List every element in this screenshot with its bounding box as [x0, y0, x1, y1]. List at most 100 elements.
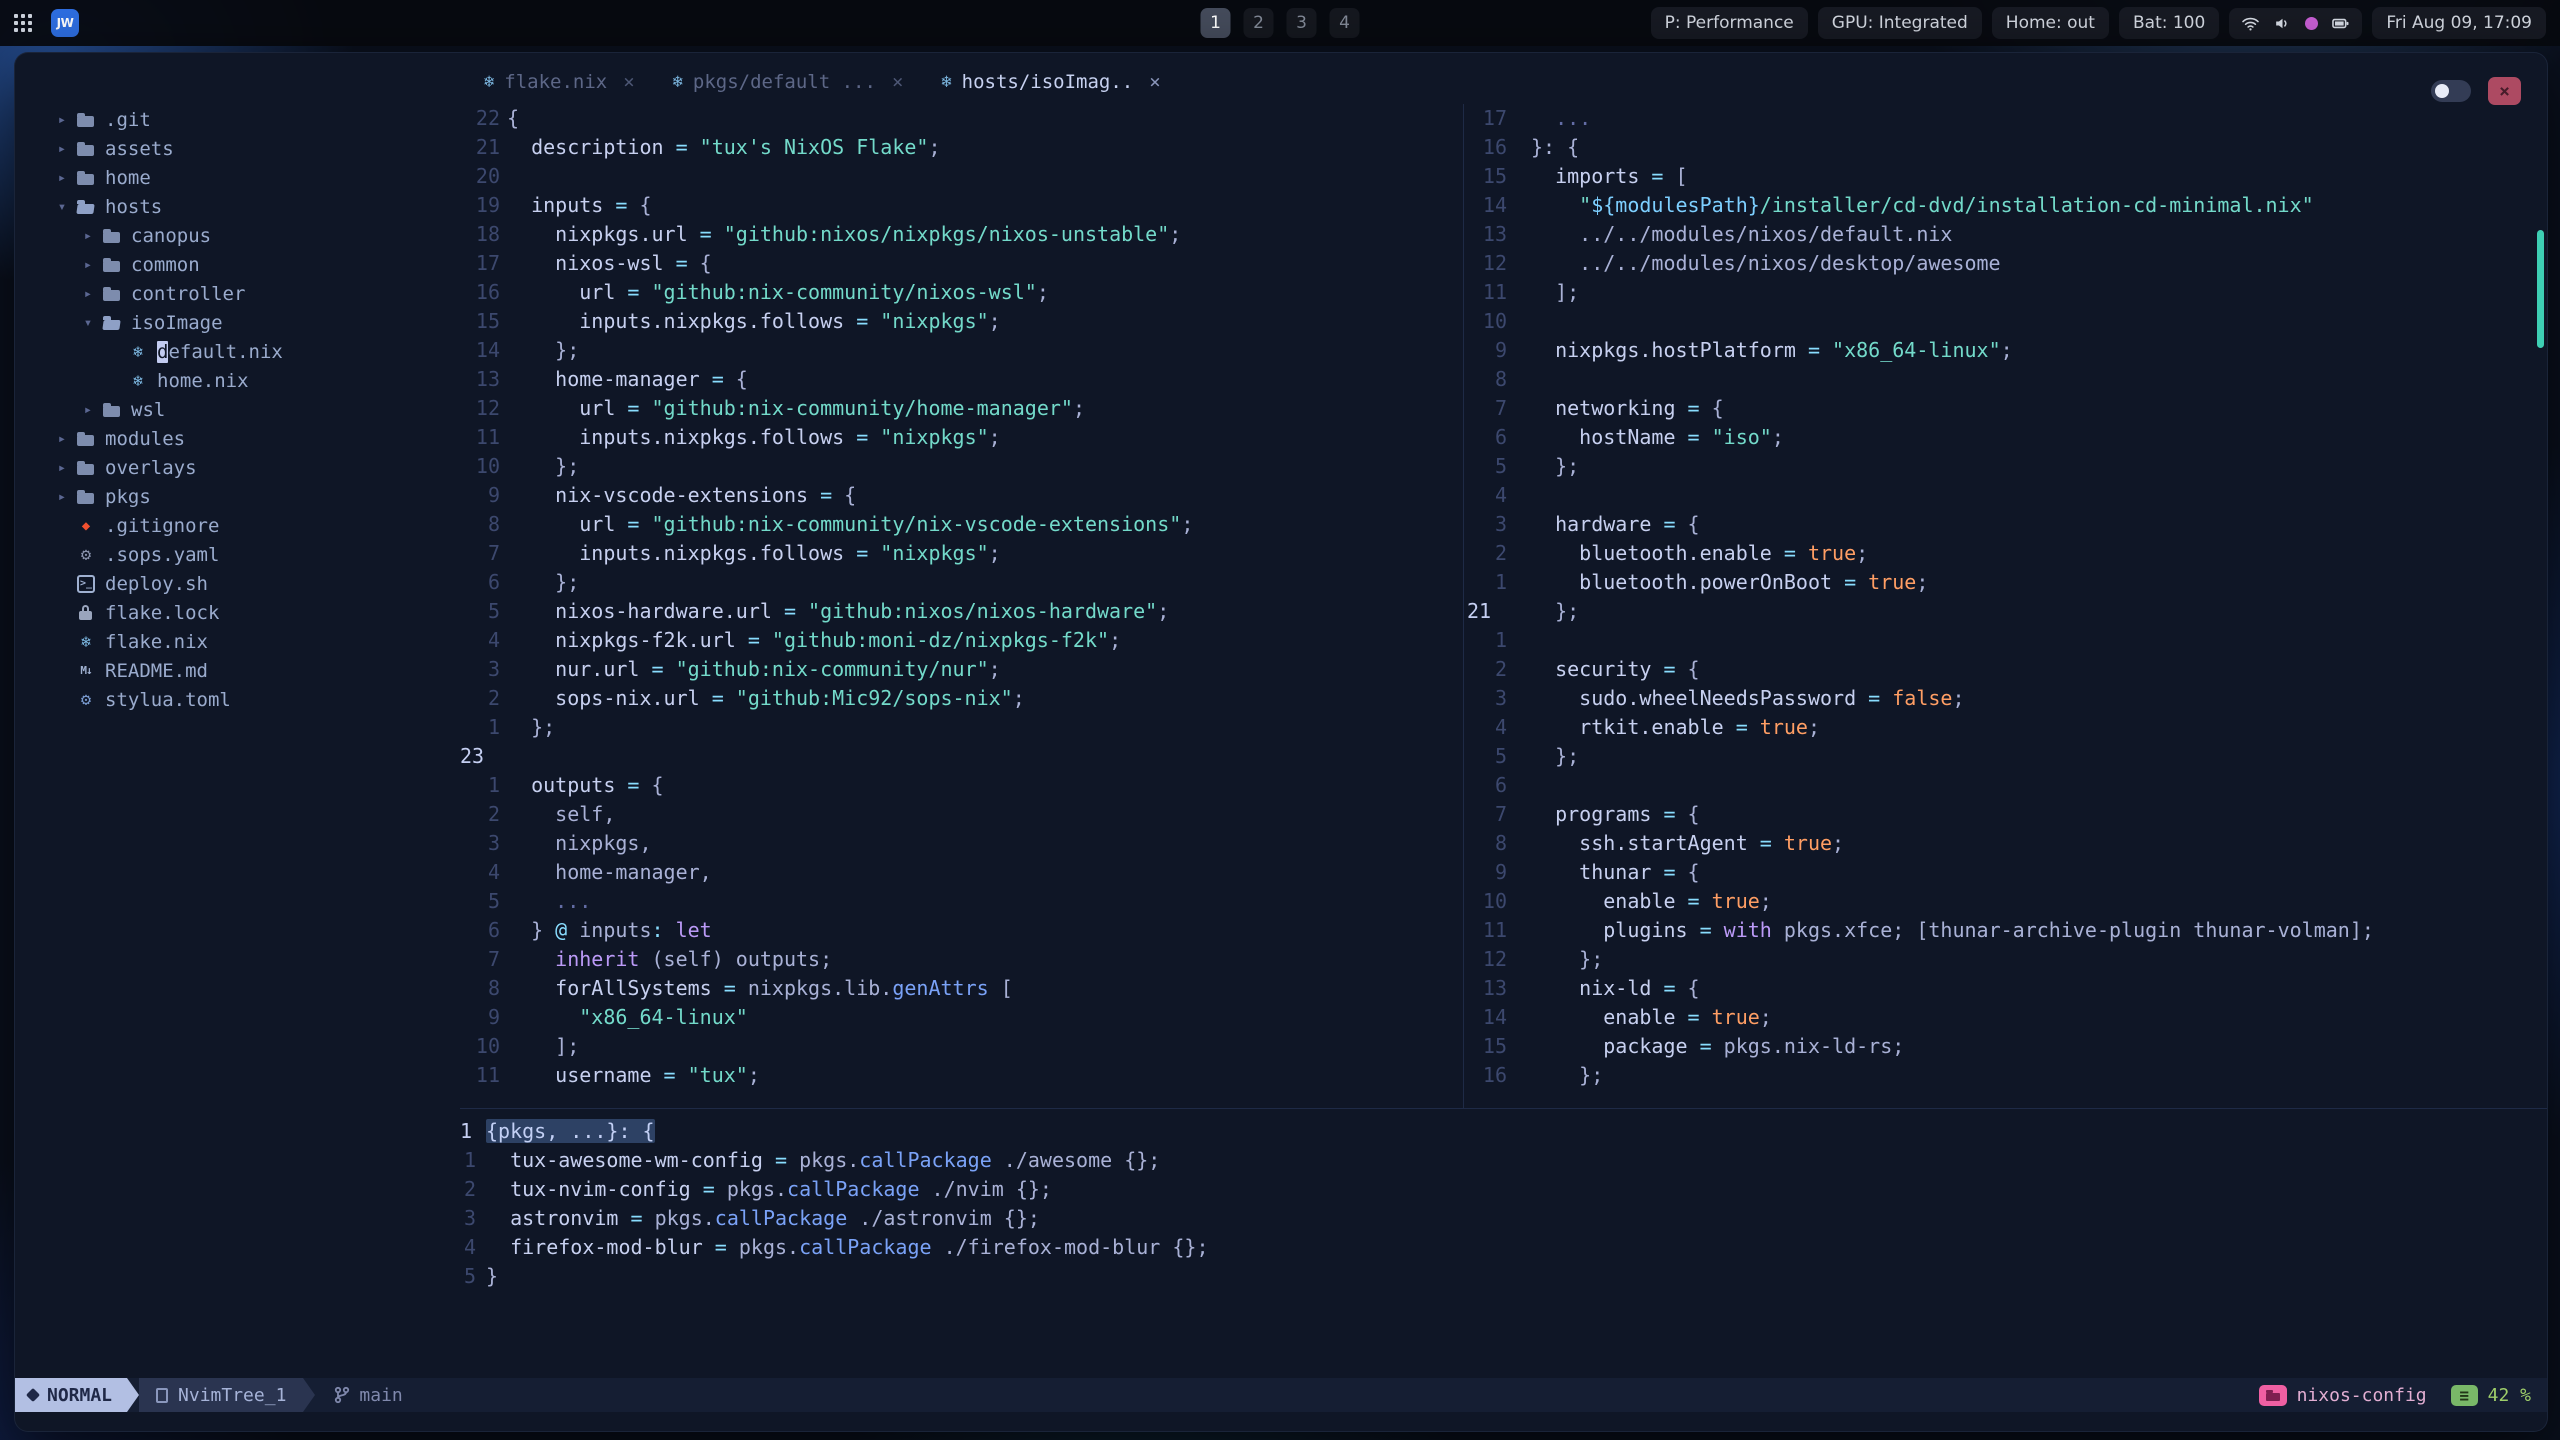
code-line[interactable]: 5 ... — [460, 887, 1193, 916]
window-close-button[interactable]: × — [2488, 77, 2521, 105]
code-line[interactable]: 14 enable = true; — [1467, 1003, 2374, 1032]
tree-item[interactable]: .gitignore — [15, 511, 460, 540]
code-line[interactable]: 3 sudo.wheelNeedsPassword = false; — [1467, 684, 2374, 713]
code-line[interactable]: 22 { — [460, 104, 1193, 133]
workspace-button[interactable]: 1 — [1200, 8, 1231, 38]
code-line[interactable]: 7 networking = { — [1467, 394, 2374, 423]
code-line[interactable]: 4 — [1467, 481, 2374, 510]
code-line[interactable]: 8 — [1467, 365, 2374, 394]
code-line[interactable]: 2 sops-nix.url = "github:Mic92/sops-nix"… — [460, 684, 1193, 713]
app-badge[interactable]: JW — [51, 9, 79, 37]
horizontal-split-separator[interactable] — [460, 1108, 2547, 1109]
code-line[interactable]: 12 ../../modules/nixos/desktop/awesome — [1467, 249, 2374, 278]
workspace-button[interactable]: 2 — [1243, 8, 1274, 38]
buffer-tab[interactable]: flake.nix × — [476, 71, 665, 93]
code-line[interactable]: 14 "${modulesPath}/installer/cd-dvd/inst… — [1467, 191, 2374, 220]
tree-item[interactable]: common — [41, 250, 460, 279]
close-icon[interactable]: × — [892, 71, 903, 93]
tree-item[interactable]: flake.nix — [15, 627, 460, 656]
code-line[interactable]: 1 bluetooth.powerOnBoot = true; — [1467, 568, 2374, 597]
code-line[interactable]: 4 firefox-mod-blur = pkgs.callPackage ./… — [460, 1233, 1209, 1262]
code-line[interactable]: 9 nix-vscode-extensions = { — [460, 481, 1193, 510]
tree-item[interactable]: assets — [15, 134, 460, 163]
code-line[interactable]: 6 — [1467, 771, 2374, 800]
code-line[interactable]: 1 }; — [460, 713, 1193, 742]
tree-item[interactable]: wsl — [41, 395, 460, 424]
code-line[interactable]: 3 nixpkgs, — [460, 829, 1193, 858]
code-line[interactable]: 17 nixos-wsl = { — [460, 249, 1193, 278]
code-line[interactable]: 10 }; — [460, 452, 1193, 481]
tree-item[interactable]: canopus — [41, 221, 460, 250]
code-line[interactable]: 2 self, — [460, 800, 1193, 829]
close-icon[interactable]: × — [623, 71, 634, 93]
code-line[interactable]: 11 plugins = with pkgs.xfce; [thunar-arc… — [1467, 916, 2374, 945]
code-line[interactable]: 13 nix-ld = { — [1467, 974, 2374, 1003]
code-line[interactable]: 3 nur.url = "github:nix-community/nur"; — [460, 655, 1193, 684]
tree-item[interactable]: hosts — [15, 192, 460, 221]
code-line[interactable]: 6 }; — [460, 568, 1193, 597]
tree-item[interactable]: flake.lock — [15, 598, 460, 627]
code-line[interactable]: 9 "x86_64-linux" — [460, 1003, 1193, 1032]
code-line[interactable]: 4 home-manager, — [460, 858, 1193, 887]
tree-item[interactable]: README.md — [15, 656, 460, 685]
code-line[interactable]: 1 — [1467, 626, 2374, 655]
code-line[interactable]: 10 ]; — [460, 1032, 1193, 1061]
code-line[interactable]: 5 } — [460, 1262, 1209, 1291]
vertical-split-separator[interactable] — [1463, 104, 1464, 1108]
code-line[interactable]: 11 inputs.nixpkgs.follows = "nixpkgs"; — [460, 423, 1193, 452]
code-line[interactable]: 19 inputs = { — [460, 191, 1193, 220]
code-line[interactable]: 18 nixpkgs.url = "github:nixos/nixpkgs/n… — [460, 220, 1193, 249]
code-line[interactable]: 8 url = "github:nix-community/nix-vscode… — [460, 510, 1193, 539]
close-icon[interactable]: × — [1149, 71, 1160, 93]
code-line[interactable]: 7 inputs.nixpkgs.follows = "nixpkgs"; — [460, 539, 1193, 568]
code-line[interactable]: 10 — [1467, 307, 2374, 336]
editor-pane-pkgs-default-nix[interactable]: 1 {pkgs, ...}: { 1 tux-awesome-wm-config… — [460, 1117, 1209, 1291]
code-line[interactable]: 1 outputs = { — [460, 771, 1193, 800]
tree-item[interactable]: .sops.yaml — [15, 540, 460, 569]
code-line[interactable]: 2 bluetooth.enable = true; — [1467, 539, 2374, 568]
code-line[interactable]: 11 ]; — [1467, 278, 2374, 307]
code-line[interactable]: 9 nixpkgs.hostPlatform = "x86_64-linux"; — [1467, 336, 2374, 365]
code-line[interactable]: 15 imports = [ — [1467, 162, 2374, 191]
code-line[interactable]: 12 url = "github:nix-community/home-mana… — [460, 394, 1193, 423]
code-line[interactable]: 5 }; — [1467, 742, 2374, 771]
code-line[interactable]: 16 }: { — [1467, 133, 2374, 162]
code-line[interactable]: 21 }; — [1467, 597, 2374, 626]
buffer-tab[interactable]: pkgs/default ... × — [665, 71, 934, 93]
code-line[interactable]: 7 inherit (self) outputs; — [460, 945, 1193, 974]
code-line[interactable]: 13 home-manager = { — [460, 365, 1193, 394]
pin-toggle[interactable] — [2431, 80, 2471, 102]
tree-item[interactable]: deploy.sh — [15, 569, 460, 598]
tree-item[interactable]: controller — [41, 279, 460, 308]
code-line[interactable]: 4 nixpkgs-f2k.url = "github:moni-dz/nixp… — [460, 626, 1193, 655]
code-line[interactable]: 8 forAllSystems = nixpkgs.lib.genAttrs [ — [460, 974, 1193, 1003]
tree-item[interactable]: default.nix — [67, 337, 460, 366]
code-line[interactable]: 16 }; — [1467, 1061, 2374, 1090]
code-line[interactable]: 4 rtkit.enable = true; — [1467, 713, 2374, 742]
code-line[interactable]: 3 hardware = { — [1467, 510, 2374, 539]
code-line[interactable]: 12 }; — [1467, 945, 2374, 974]
tree-item[interactable]: .git — [15, 105, 460, 134]
scrollbar[interactable] — [2537, 230, 2544, 348]
code-line[interactable]: 1 {pkgs, ...}: { — [460, 1117, 1209, 1146]
tree-item[interactable]: stylua.toml — [15, 685, 460, 714]
code-line[interactable]: 10 enable = true; — [1467, 887, 2374, 916]
code-line[interactable]: 21 description = "tux's NixOS Flake"; — [460, 133, 1193, 162]
tree-item[interactable]: isoImage — [41, 308, 460, 337]
apps-grid-icon[interactable] — [14, 13, 33, 33]
code-line[interactable]: 8 ssh.startAgent = true; — [1467, 829, 2374, 858]
code-line[interactable]: 1 tux-awesome-wm-config = pkgs.callPacka… — [460, 1146, 1209, 1175]
code-line[interactable]: 11 username = "tux"; — [460, 1061, 1193, 1090]
code-line[interactable]: 20 — [460, 162, 1193, 191]
code-line[interactable]: 15 inputs.nixpkgs.follows = "nixpkgs"; — [460, 307, 1193, 336]
tree-item[interactable]: overlays — [15, 453, 460, 482]
code-line[interactable]: 6 hostName = "iso"; — [1467, 423, 2374, 452]
tree-item[interactable]: modules — [15, 424, 460, 453]
editor-pane-flake-nix[interactable]: 22 { 21 description = "tux's NixOS Flake… — [460, 104, 1193, 1090]
code-line[interactable]: 2 tux-nvim-config = pkgs.callPackage ./n… — [460, 1175, 1209, 1204]
code-line[interactable]: 16 url = "github:nix-community/nixos-wsl… — [460, 278, 1193, 307]
tree-item[interactable]: home.nix — [67, 366, 460, 395]
code-line[interactable]: 7 programs = { — [1467, 800, 2374, 829]
code-line[interactable]: 2 security = { — [1467, 655, 2374, 684]
editor-pane-iso-default-nix[interactable]: 17 ... 16 }: { 15 imports = [ 14 "${modu… — [1467, 104, 2374, 1090]
